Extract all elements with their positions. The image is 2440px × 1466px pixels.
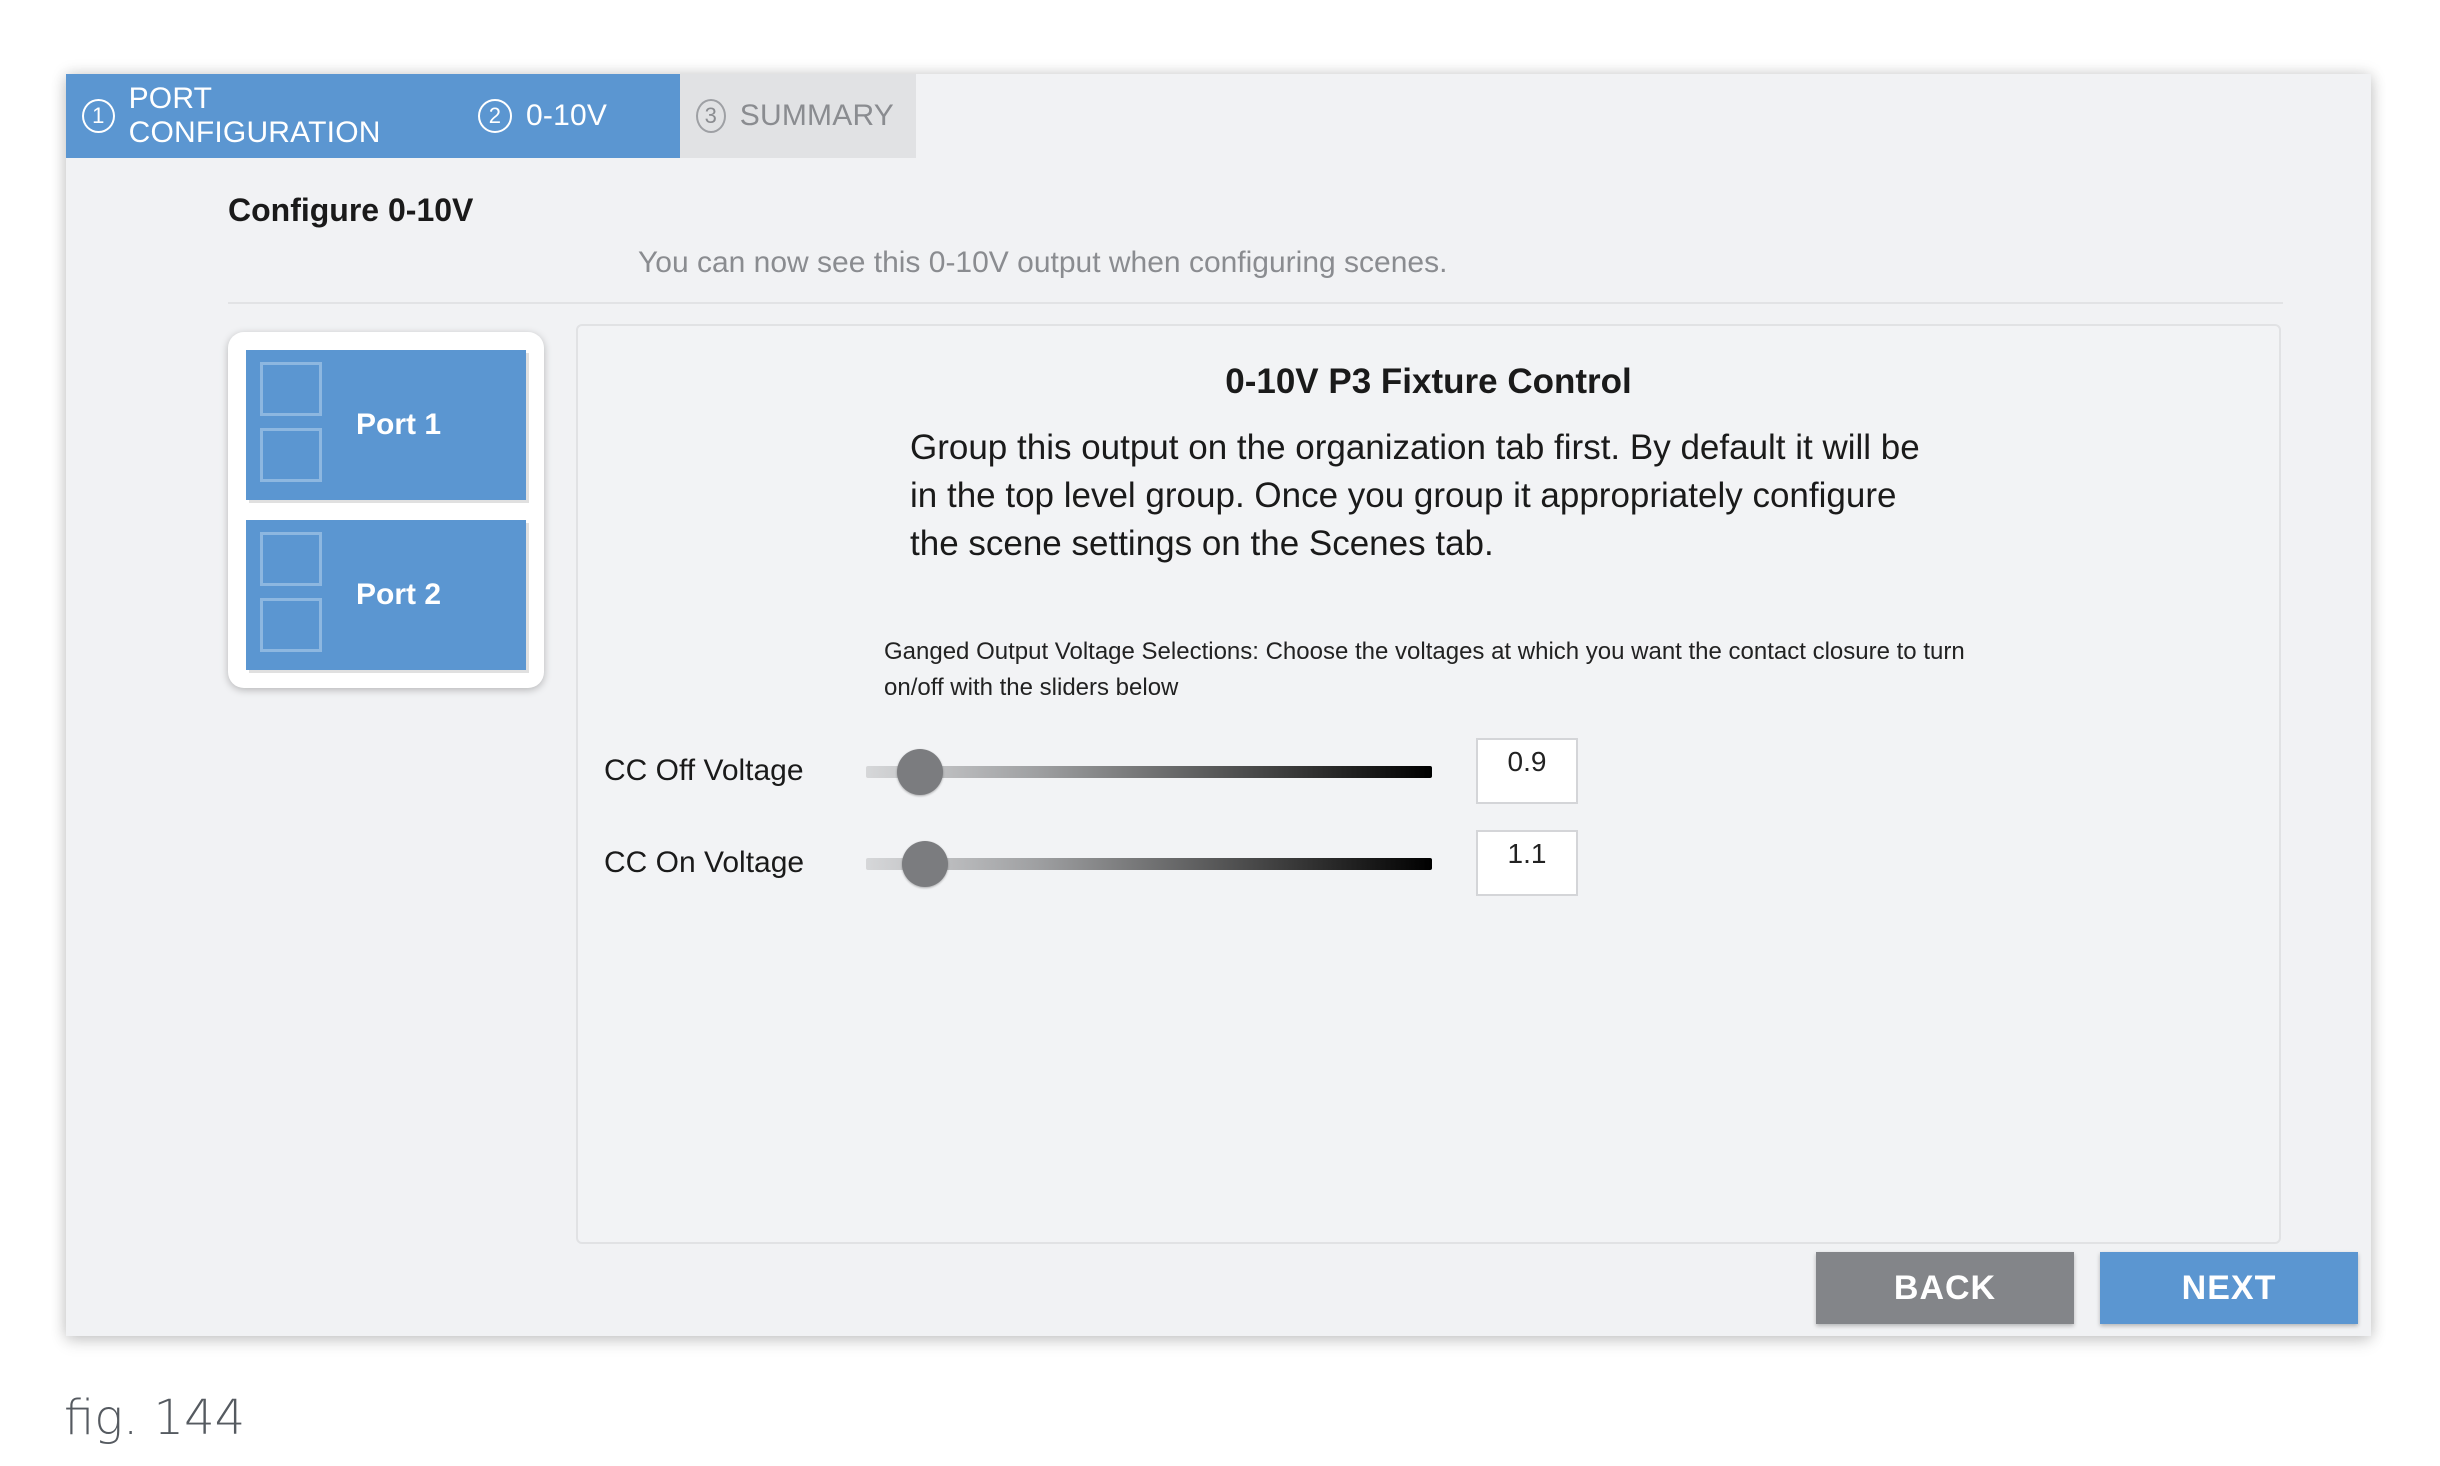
panel-title: 0-10V P3 Fixture Control	[1225, 362, 1632, 401]
port-label: Port 2	[356, 578, 442, 611]
cc-off-voltage-slider[interactable]	[866, 749, 1432, 795]
divider	[228, 302, 2283, 304]
slider-thumb[interactable]	[902, 841, 948, 887]
step-label: SUMMARY	[739, 99, 894, 132]
port-1-tile[interactable]: Port 1	[246, 350, 526, 500]
port-2-tile[interactable]: Port 2	[246, 520, 526, 670]
cc-off-voltage-label: CC Off Voltage	[604, 754, 804, 787]
ports-panel: Port 1 Port 2	[228, 332, 544, 688]
step-number-icon: 3	[696, 99, 726, 133]
cc-off-voltage-value[interactable]: 0.9	[1476, 738, 1578, 804]
port-label: Port 1	[356, 408, 442, 441]
step-number-icon: 2	[478, 99, 512, 133]
wizard-steps: 1 PORT CONFIGURATION 2 0-10V 3 SUMMARY	[66, 74, 916, 158]
cc-on-voltage-label: CC On Voltage	[604, 846, 805, 879]
step-label: 0-10V	[526, 99, 608, 132]
panel-description: Group this output on the organization ta…	[910, 428, 1920, 563]
step-port-configuration[interactable]: 1 PORT CONFIGURATION	[66, 74, 478, 158]
slider-thumb[interactable]	[897, 749, 943, 795]
port-square-icon	[260, 598, 322, 652]
back-button[interactable]: BACK	[1816, 1252, 2074, 1324]
wizard-window: 1 PORT CONFIGURATION 2 0-10V 3 SUMMARY C…	[66, 74, 2371, 1336]
voltage-selection-note: Ganged Output Voltage Selections: Choose…	[884, 638, 1965, 701]
cc-on-voltage-value[interactable]: 1.1	[1476, 830, 1578, 896]
page-subtitle: You can now see this 0-10V output when c…	[638, 246, 1448, 279]
figure-caption: fig. 144	[64, 1390, 246, 1446]
step-label: PORT CONFIGURATION	[128, 82, 381, 149]
step-number-icon: 1	[82, 99, 115, 133]
step-summary[interactable]: 3 SUMMARY	[680, 74, 916, 158]
port-square-icon	[260, 362, 322, 416]
fixture-control-panel: 0-10V P3 Fixture Control Group this outp…	[576, 324, 2281, 1244]
page-title: Configure 0-10V	[228, 192, 474, 228]
port-square-icon	[260, 428, 322, 482]
cc-off-voltage-row: CC Off Voltage 0.9	[604, 738, 1604, 804]
cc-on-voltage-slider[interactable]	[866, 841, 1432, 887]
step-0-10v[interactable]: 2 0-10V	[478, 74, 680, 158]
port-square-icon	[260, 532, 322, 586]
next-button[interactable]: NEXT	[2100, 1252, 2358, 1324]
cc-on-voltage-row: CC On Voltage 1.1	[604, 830, 1604, 896]
